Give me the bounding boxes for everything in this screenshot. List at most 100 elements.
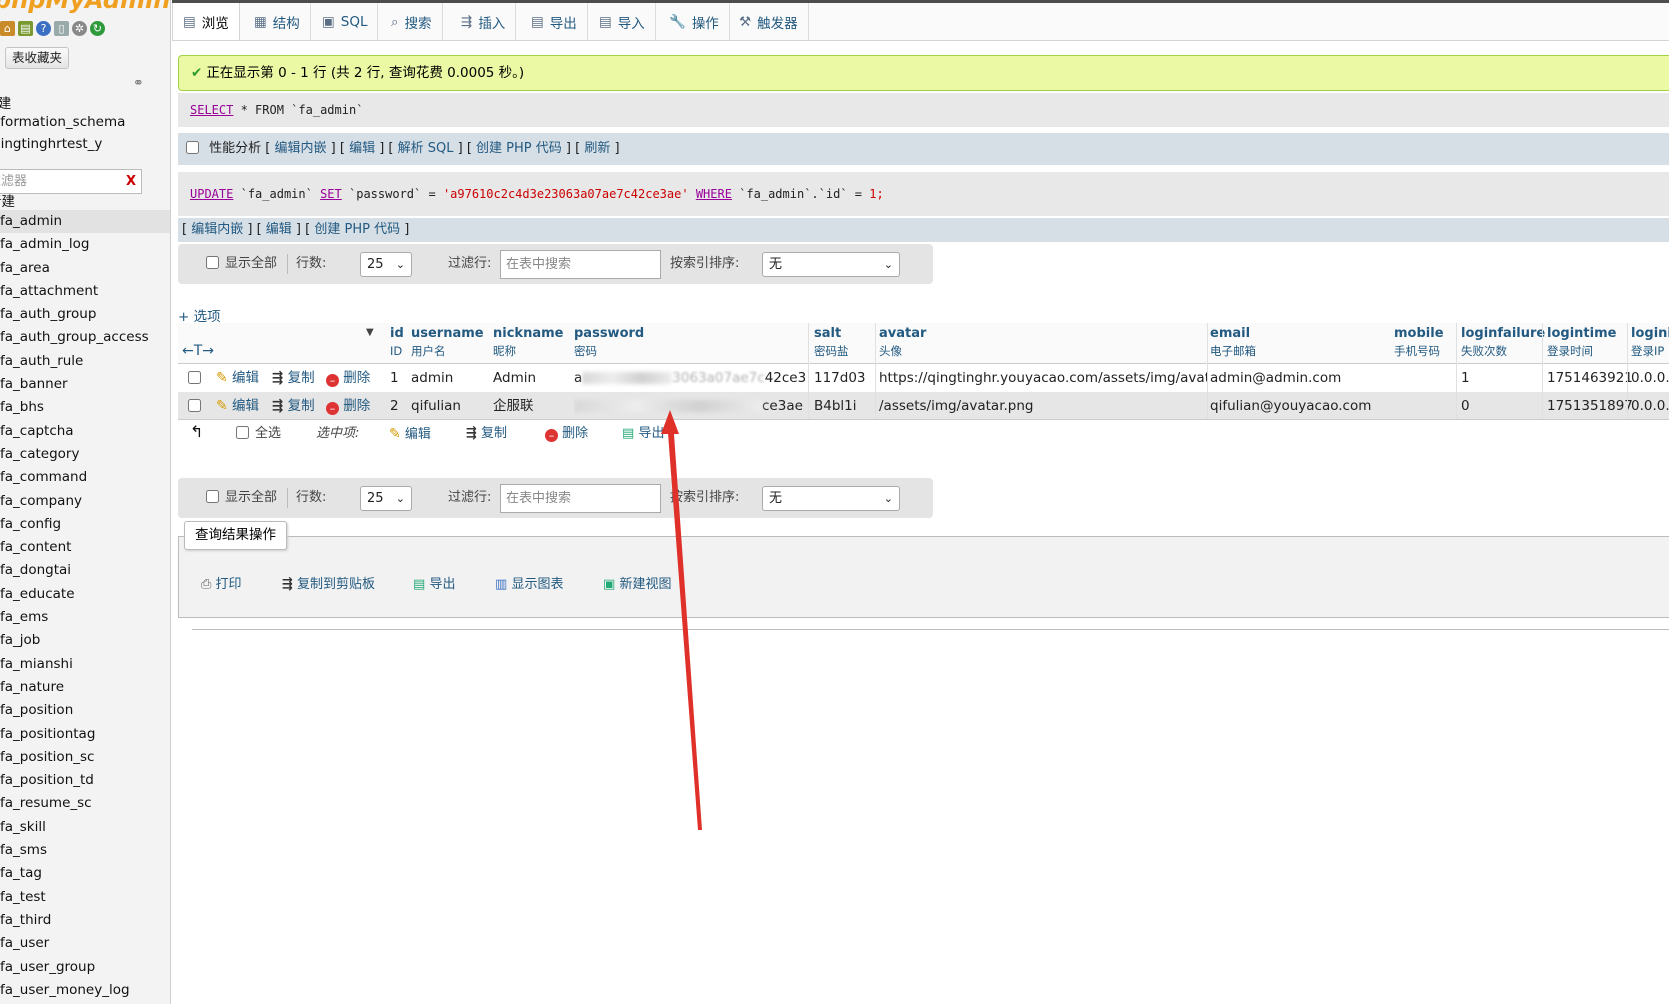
cell-salt[interactable]: B4bl1i <box>814 392 857 420</box>
phpmyadmin-logo[interactable]: phpMyAdmin <box>0 0 170 14</box>
sql-select-keyword[interactable]: SELECT <box>190 103 233 117</box>
table-list-item[interactable]: fa_position_sc <box>0 746 170 769</box>
filter-rows-input[interactable]: 在表中搜索 <box>500 484 661 513</box>
sql-set-keyword[interactable]: SET <box>320 187 342 201</box>
tab-import[interactable]: ▤ 导入 <box>589 3 656 40</box>
select-all-toggle[interactable]: 全选 <box>236 420 281 448</box>
show-all-checkbox[interactable] <box>206 256 219 269</box>
cell-loginfailure[interactable]: 0 <box>1461 392 1470 420</box>
edit-link[interactable]: 编辑 <box>349 141 375 156</box>
table-list-item[interactable]: fa_third <box>0 909 170 932</box>
cell-password[interactable]: a 3063a07ae7c42ce3ae <box>574 364 806 392</box>
cell-logintime[interactable]: 1751351897 <box>1547 392 1633 420</box>
sql-update-keyword[interactable]: UPDATE <box>190 187 233 201</box>
create-php-link[interactable]: 创建 PHP 代码 <box>476 141 562 156</box>
cell-id[interactable]: 1 <box>390 364 399 392</box>
cell-email[interactable]: admin@admin.com <box>1210 364 1341 392</box>
profiling-checkbox[interactable] <box>186 141 199 154</box>
tab-search[interactable]: ⌕ 搜索 <box>381 3 443 40</box>
cell-nickname[interactable]: 企服联 <box>493 392 534 420</box>
column-header-salt[interactable]: salt 密码盐 <box>814 323 849 363</box>
favorites-button[interactable]: 表收藏夹 <box>5 47 69 69</box>
tab-export[interactable]: ▤ 导出 <box>521 3 588 40</box>
show-all-checkbox[interactable] <box>206 490 219 503</box>
tab-operations[interactable]: 🔧 操作 <box>659 3 730 40</box>
column-header-id[interactable]: id ID <box>390 323 404 363</box>
select-all-checkbox[interactable] <box>236 426 249 439</box>
logout-icon[interactable]: ▤ <box>18 21 33 36</box>
table-list-item[interactable]: fa_config <box>0 513 170 536</box>
table-list-item[interactable]: fa_job <box>0 629 170 652</box>
table-list-item[interactable]: fa_position_td <box>0 769 170 792</box>
column-header-nickname[interactable]: nickname 昵称 <box>493 323 563 363</box>
row-edit-button[interactable]: 编辑 <box>216 364 259 392</box>
table-list-item[interactable]: fa_captcha <box>0 420 170 443</box>
update-edit-link[interactable]: 编辑 <box>266 222 292 237</box>
table-list-item[interactable]: fa_content <box>0 536 170 559</box>
tab-browse[interactable]: ▤ 浏览 <box>172 3 240 40</box>
table-list-item[interactable]: fa_command <box>0 466 170 489</box>
sort-by-key-select[interactable]: 无 ⌄ <box>762 252 900 277</box>
update-edit-inline-link[interactable]: 编辑内嵌 <box>191 222 243 237</box>
copy-to-clipboard-button[interactable]: ⇶ 复制到剪贴板 <box>282 573 375 592</box>
cell-id[interactable]: 2 <box>390 392 399 420</box>
explain-sql-link[interactable]: 解析 SQL <box>398 141 454 156</box>
cell-loginfailure[interactable]: 1 <box>1461 364 1470 392</box>
table-list-item[interactable]: fa_banner <box>0 373 170 396</box>
table-list-item[interactable]: fa_skill <box>0 816 170 839</box>
row-checkbox[interactable] <box>188 364 207 392</box>
table-list-item[interactable]: fa_mianshi <box>0 653 170 676</box>
cell-username[interactable]: qifulian <box>411 392 461 420</box>
show-all-toggle[interactable]: 显示全部 <box>206 478 277 518</box>
new-table-link[interactable]: 新建 <box>0 190 15 210</box>
table-filter-input[interactable]: 过滤器 X <box>0 169 142 194</box>
table-list-item[interactable]: fa_nature <box>0 676 170 699</box>
db-information-schema[interactable]: information_schema <box>0 114 125 130</box>
docs-icon[interactable]: ▯ <box>54 21 69 36</box>
sort-by-key-select[interactable]: 无 ⌄ <box>762 486 900 511</box>
table-list-item[interactable]: fa_category <box>0 443 170 466</box>
tab-structure[interactable]: ▦ 结构 <box>244 3 311 40</box>
table-list-item[interactable]: fa_user_group <box>0 956 170 979</box>
cell-loginip[interactable]: 0.0.0.0 <box>1631 364 1669 392</box>
row-checkbox[interactable] <box>188 392 207 420</box>
table-list-item[interactable]: fa_educate <box>0 583 170 606</box>
table-list-item[interactable]: fa_company <box>0 490 170 513</box>
bulk-edit-button[interactable]: 编辑 <box>389 420 431 449</box>
table-list-item[interactable]: fa_user_money_log <box>0 979 170 1002</box>
table-list-item[interactable]: fa_admin_log <box>0 233 170 256</box>
row-copy-button[interactable]: ⇶ 复制 <box>272 392 315 420</box>
column-header-logintime[interactable]: logintime 登录时间 <box>1547 323 1616 363</box>
table-list-item[interactable]: fa_test <box>0 886 170 909</box>
bulk-export-button[interactable]: ▤ 导出 <box>622 420 664 448</box>
column-header-mobile[interactable]: mobile 手机号码 <box>1394 323 1444 363</box>
table-list-item[interactable]: fa_positiontag <box>0 723 170 746</box>
cell-logintime[interactable]: 1751463921 <box>1547 364 1633 392</box>
cell-password[interactable]: ce3ae <box>574 392 806 420</box>
table-list-item[interactable]: fa_admin <box>0 210 170 234</box>
tab-sql[interactable]: ▣ SQL <box>312 3 379 40</box>
row-copy-button[interactable]: ⇶ 复制 <box>272 364 315 392</box>
db-qingtinghrtest[interactable]: qingtinghrtest_y <box>0 136 102 152</box>
cell-avatar[interactable]: https://qingtinghr.youyacao.com/assets/i… <box>879 364 1207 392</box>
column-name[interactable]: loginip <box>1631 323 1669 343</box>
cell-nickname[interactable]: Admin <box>493 364 536 392</box>
column-header-avatar[interactable]: avatar 头像 <box>879 323 926 363</box>
table-list-item[interactable]: fa_auth_rule <box>0 350 170 373</box>
cell-username[interactable]: admin <box>411 364 453 392</box>
home-icon[interactable]: ⌂ <box>0 21 15 36</box>
tab-triggers[interactable]: ⚒ 触发器 <box>729 3 809 40</box>
display-chart-button[interactable]: ▥ 显示图表 <box>495 573 563 592</box>
new-database-link[interactable]: 新建 <box>0 92 11 112</box>
column-name[interactable]: logintime <box>1547 323 1616 343</box>
cell-avatar[interactable]: /assets/img/avatar.png <box>879 392 1207 420</box>
reload-icon[interactable]: ↻ <box>90 21 105 36</box>
cell-email[interactable]: qifulian@youyacao.com <box>1210 392 1371 420</box>
table-list-item[interactable]: fa_sms <box>0 839 170 862</box>
sql-where-keyword[interactable]: WHERE <box>696 187 732 201</box>
row-delete-button[interactable]: – 删除 <box>326 392 370 420</box>
column-header-loginip[interactable]: loginip登录IP <box>1631 323 1669 363</box>
column-name[interactable]: mobile <box>1394 323 1444 343</box>
column-header-email[interactable]: email 电子邮箱 <box>1210 323 1256 363</box>
rows-select[interactable]: 25 ⌄ <box>360 252 412 277</box>
